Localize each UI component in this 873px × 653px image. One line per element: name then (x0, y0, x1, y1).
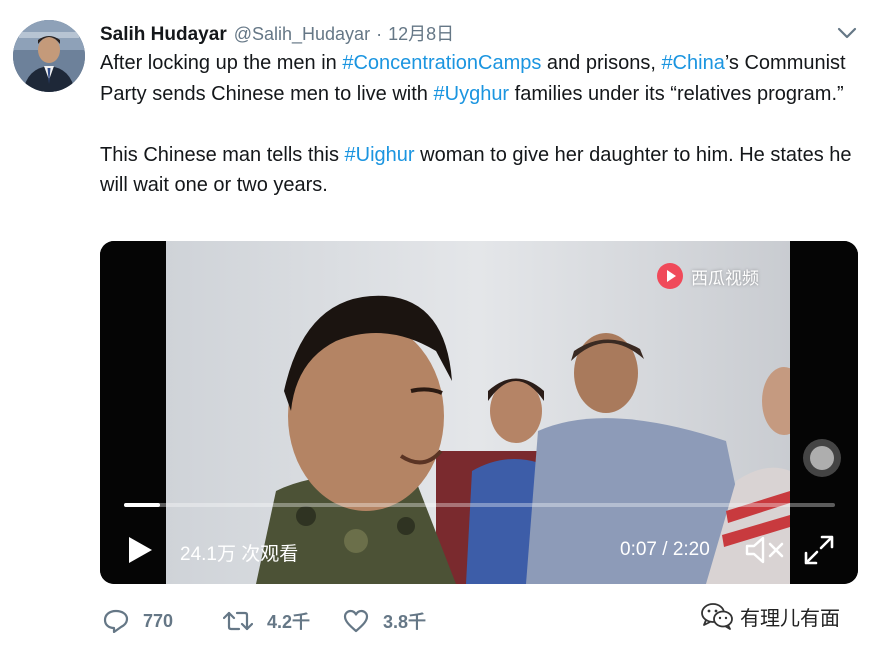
retweet-count: 4.2千 (267, 612, 311, 632)
video-controls: 24.1万 次观看 0:07 / 2:20 (100, 531, 858, 571)
tweet-text-segment: families under its “relatives program.” (509, 82, 844, 105)
hashtag-link[interactable]: #Uyghur (434, 83, 510, 105)
separator-dot: · (376, 24, 383, 44)
video-watermark: 西瓜视频 (655, 261, 759, 291)
progress-bar[interactable] (124, 503, 835, 507)
like-icon (343, 609, 369, 633)
watermark-text: 西瓜视频 (691, 268, 759, 288)
tweet-header: Salih Hudayar @Salih_Hudayar · 12月8日 (100, 20, 454, 46)
tweet-paragraph-2: This Chinese man tells this #Uighur woma… (100, 140, 865, 201)
wechat-icon (701, 603, 733, 630)
tweet-actions: 770 4.2千 3.8千 (103, 606, 453, 636)
wechat-account-name: 有理儿有面 (740, 607, 840, 630)
view-count: 24.1万 次观看 (180, 544, 299, 565)
mute-icon[interactable] (744, 535, 786, 565)
tweet-date[interactable]: 12月8日 (388, 20, 454, 46)
tweet-paragraph-1: After locking up the men in #Concentrati… (100, 48, 865, 109)
wechat-watermark: 有理儿有面 (700, 601, 840, 631)
like-count: 3.8千 (383, 612, 427, 632)
tweet-text: After locking up the men in #Concentrati… (100, 48, 865, 201)
chevron-down-icon[interactable] (836, 22, 858, 44)
avatar[interactable] (13, 20, 85, 92)
reply-icon (103, 609, 129, 633)
tweet-text-segment: This Chinese man tells this (100, 143, 345, 166)
retweet-icon (223, 611, 253, 631)
fullscreen-icon[interactable] (803, 534, 835, 566)
tweet: Salih Hudayar @Salih_Hudayar · 12月8日 Aft… (0, 0, 873, 653)
floating-control-button[interactable] (803, 439, 841, 477)
reply-count: 770 (143, 610, 174, 631)
xigua-logo-icon (657, 263, 683, 289)
progress-fill (124, 503, 160, 507)
hashtag-link[interactable]: #Uighur (345, 144, 415, 166)
reply-button[interactable]: 770 (103, 609, 223, 633)
like-button[interactable]: 3.8千 (343, 608, 453, 634)
hashtag-link[interactable]: #ConcentrationCamps (342, 52, 541, 74)
play-icon[interactable] (122, 533, 156, 567)
video-player[interactable]: 西瓜视频 24.1万 次观看 0:07 / 2:20 (100, 241, 858, 584)
video-time: 0:07 / 2:20 (620, 539, 710, 560)
hashtag-link[interactable]: #China (661, 52, 724, 74)
retweet-button[interactable]: 4.2千 (223, 608, 343, 634)
tweet-text-segment: and prisons, (541, 52, 662, 74)
author-name[interactable]: Salih Hudayar (100, 24, 227, 46)
tweet-text-segment: After locking up the men in (100, 52, 343, 74)
author-handle[interactable]: @Salih_Hudayar (234, 24, 370, 45)
